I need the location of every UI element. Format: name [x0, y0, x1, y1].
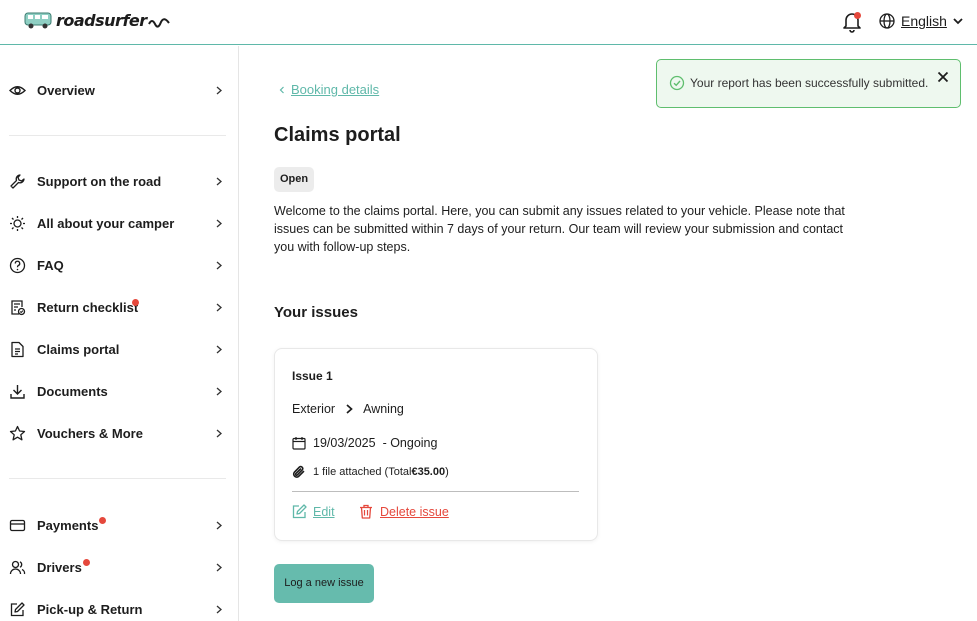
- chevron-right-icon: [216, 345, 222, 353]
- chevron-right-icon: [216, 387, 222, 395]
- chevron-right-icon: [216, 303, 222, 311]
- chevron-right-icon: [216, 177, 222, 185]
- chevron-right-icon: [216, 563, 222, 571]
- log-new-issue-button[interactable]: Log a new issue: [274, 564, 374, 603]
- close-icon[interactable]: [936, 70, 950, 84]
- sidebar-item-faq[interactable]: FAQ: [0, 247, 239, 283]
- chevron-down-icon: [953, 18, 963, 25]
- card-divider: [292, 491, 579, 492]
- sidebar-item-label: Overview: [37, 82, 95, 98]
- sidebar-item-label: FAQ: [37, 257, 64, 273]
- chevron-left-icon: [279, 86, 284, 93]
- users-icon: [9, 560, 26, 574]
- sidebar-item-label: All about your camper: [37, 215, 175, 231]
- notification-dot: [83, 559, 90, 566]
- files-close-paren: ): [445, 466, 449, 478]
- sidebar-item-label: Pick-up & Return: [37, 601, 143, 617]
- card-icon: [9, 519, 26, 531]
- chevron-right-icon: [216, 261, 222, 269]
- sidebar-divider: [9, 135, 226, 136]
- sidebar-item-label: Drivers: [37, 559, 82, 575]
- sidebar-item-label: Claims portal: [37, 341, 120, 357]
- delete-label: Delete issue: [380, 504, 449, 519]
- calendar-icon: [292, 437, 306, 450]
- sidebar-item-pick-up-and-return[interactable]: Pick-up & Return: [0, 591, 239, 621]
- sidebar-item-drivers[interactable]: Drivers: [0, 549, 239, 585]
- toast-message: Your report has been successfully submit…: [690, 76, 929, 90]
- edit-issue-button[interactable]: Edit: [292, 504, 335, 519]
- logo-text: roadsurfer: [56, 10, 147, 30]
- camper-van-icon: [24, 12, 52, 29]
- globe-icon: [879, 13, 895, 29]
- waves-icon: [147, 17, 170, 28]
- wrench-icon: [10, 173, 25, 189]
- document-icon: [11, 341, 24, 357]
- issue-subcategory: Awning: [363, 402, 404, 416]
- files-attached-text: 1 file attached (Total: [313, 466, 412, 478]
- download-icon: [10, 384, 25, 399]
- sidebar-item-payments[interactable]: Payments: [0, 507, 239, 543]
- sidebar-item-label: Payments: [37, 517, 99, 533]
- eye-icon: [9, 85, 26, 95]
- chevron-right-icon: [216, 521, 222, 529]
- back-link-label: Booking details: [291, 82, 380, 97]
- delete-issue-button[interactable]: Delete issue: [359, 504, 449, 519]
- issues-section-title: Your issues: [274, 304, 358, 321]
- sidebar: Overview Support on the road All about y…: [0, 46, 239, 621]
- edit-icon: [292, 504, 307, 519]
- chevron-right-icon: [216, 605, 222, 613]
- check-circle-icon: [669, 75, 685, 91]
- sidebar-item-return-checklist[interactable]: Return checklist: [0, 289, 239, 325]
- sidebar-divider: [9, 478, 226, 479]
- sidebar-item-label: Documents: [37, 383, 108, 399]
- notification-dot: [99, 517, 106, 524]
- language-label: English: [901, 13, 947, 29]
- issue-category: Exterior: [292, 402, 336, 416]
- roadsurfer-logo[interactable]: roadsurfer: [24, 10, 170, 30]
- star-icon: [9, 425, 26, 440]
- issue-name: Issue 1: [292, 369, 333, 383]
- notification-dot: [132, 299, 139, 306]
- chevron-right-icon: [216, 429, 222, 437]
- sidebar-item-claims-portal[interactable]: Claims portal: [0, 331, 239, 367]
- trash-icon: [360, 504, 372, 519]
- bulb-icon: [10, 215, 25, 231]
- page-title: Claims portal: [274, 124, 401, 146]
- sidebar-item-label: Return checklist: [37, 299, 139, 315]
- chevron-right-icon: [216, 86, 222, 94]
- question-icon: [9, 257, 26, 273]
- language-selector[interactable]: English: [879, 13, 964, 29]
- sidebar-item-vouchers-and-more[interactable]: Vouchers & More: [0, 415, 239, 451]
- checklist-icon: [11, 299, 26, 315]
- chevron-right-icon: [346, 404, 353, 414]
- sidebar-item-all-about-your-camper[interactable]: All about your camper: [0, 205, 239, 241]
- issue-files-row: 1 file attached (Total €35.00): [292, 465, 449, 479]
- sidebar-item-overview[interactable]: Overview: [0, 72, 239, 108]
- issue-card: Issue 1 Exterior Awning 19/03/2025 - Ong…: [274, 348, 598, 541]
- sidebar-item-label: Support on the road: [37, 173, 162, 189]
- issue-state: - Ongoing: [382, 436, 438, 450]
- paperclip-icon: [292, 465, 305, 478]
- breadcrumb-back-link[interactable]: Booking details: [278, 82, 379, 97]
- intro-text: Welcome to the claims portal. Here, you …: [274, 204, 845, 254]
- status-badge: Open: [274, 167, 315, 192]
- sidebar-item-support-on-the-road[interactable]: Support on the road: [0, 163, 239, 199]
- chevron-right-icon: [216, 219, 222, 227]
- edit-label: Edit: [313, 504, 335, 519]
- issue-date-row: 19/03/2025 - Ongoing: [292, 436, 437, 450]
- sidebar-item-label: Vouchers & More: [37, 425, 143, 441]
- issue-date: 19/03/2025: [313, 436, 376, 450]
- success-toast: Your report has been successfully submit…: [656, 59, 961, 108]
- top-header: roadsurfer English: [0, 0, 977, 45]
- issue-category-path: Exterior Awning: [292, 402, 404, 416]
- files-total: €35.00: [411, 466, 446, 478]
- notification-dot: [854, 12, 861, 19]
- sidebar-item-documents[interactable]: Documents: [0, 373, 239, 409]
- edit-icon: [10, 601, 25, 616]
